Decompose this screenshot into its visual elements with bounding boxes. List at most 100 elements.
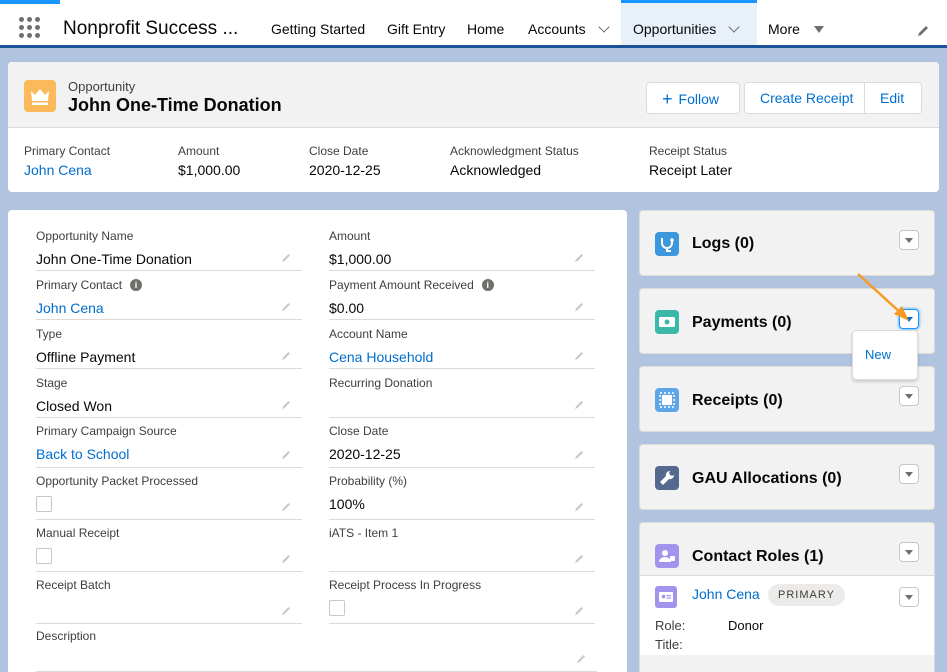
contact-name-link[interactable]: John Cena xyxy=(692,586,760,602)
field-label: Probability (%) xyxy=(329,474,408,488)
field-primary-campaign-source: Primary Campaign Source Back to School xyxy=(36,424,302,468)
pencil-icon[interactable] xyxy=(280,449,292,461)
related-logs-card: Logs (0) xyxy=(639,210,935,276)
campaign-source-link[interactable]: Back to School xyxy=(36,446,302,464)
info-icon[interactable]: i xyxy=(481,279,494,291)
gau-dropdown-button[interactable] xyxy=(899,464,919,484)
header-field-primary-contact: Primary Contact John Cena xyxy=(24,144,110,178)
primary-contact-link[interactable]: John Cena xyxy=(24,162,110,178)
pencil-icon[interactable] xyxy=(575,653,587,665)
pencil-icon[interactable] xyxy=(573,501,585,513)
field-account-name: Account Name Cena Household xyxy=(329,327,595,369)
field-label: Description xyxy=(36,629,97,643)
field-label: Receipt Process In Progress xyxy=(329,578,482,592)
packet-processed-checkbox[interactable] xyxy=(36,496,52,512)
field-label: Primary Contact xyxy=(24,144,111,158)
manual-receipt-checkbox[interactable] xyxy=(36,548,52,564)
contact-role-item: John Cena PRIMARY Role: Donor Title: xyxy=(640,575,934,655)
nav-accent xyxy=(0,0,60,4)
logs-dropdown-button[interactable] xyxy=(899,230,919,250)
field-label: iATS - Item 1 xyxy=(329,526,399,540)
edit-button[interactable]: Edit xyxy=(864,82,922,114)
pencil-icon[interactable] xyxy=(280,399,292,411)
field-value: Offline Payment xyxy=(36,349,136,365)
field-label: Payment Amount Received xyxy=(329,278,474,292)
field-value: $1,000.00 xyxy=(329,251,392,267)
field-value: 2020-12-25 xyxy=(309,162,381,178)
receipt-process-checkbox[interactable] xyxy=(329,600,345,616)
field-receipt-process-in-progress: Receipt Process In Progress xyxy=(329,578,595,624)
tab-more[interactable]: More xyxy=(756,0,836,45)
pencil-icon[interactable] xyxy=(280,501,292,513)
tab-label: Accounts xyxy=(528,21,586,37)
field-label-row: Primary Contact i xyxy=(36,278,302,294)
record-header-top: Opportunity John One-Time Donation + Foll… xyxy=(8,62,939,128)
related-gau-allocations-title[interactable]: GAU Allocations (0) xyxy=(692,470,842,488)
field-description: Description xyxy=(36,629,597,672)
receipts-dropdown-button[interactable] xyxy=(899,386,919,406)
primary-badge: PRIMARY xyxy=(768,584,845,606)
pencil-icon[interactable] xyxy=(573,449,585,461)
field-label: Opportunity Name xyxy=(36,229,134,243)
field-label: Amount xyxy=(329,229,371,243)
field-label: Amount xyxy=(178,144,220,158)
chevron-down-icon[interactable] xyxy=(597,21,610,33)
contact-row-dropdown-button[interactable] xyxy=(899,587,919,607)
primary-contact-value-link[interactable]: John Cena xyxy=(36,300,302,318)
tab-opportunities[interactable]: Opportunities xyxy=(621,0,757,45)
field-label: Primary Campaign Source xyxy=(36,424,177,438)
account-name-link[interactable]: Cena Household xyxy=(329,349,595,367)
tab-label: Gift Entry xyxy=(387,21,446,37)
tab-label: Getting Started xyxy=(271,21,366,37)
pencil-icon[interactable] xyxy=(573,301,585,313)
tab-label: Opportunities xyxy=(633,21,717,37)
pencil-icon[interactable] xyxy=(573,350,585,362)
field-label: Close Date xyxy=(329,424,389,438)
pencil-icon[interactable] xyxy=(280,301,292,313)
header-field-close-date: Close Date 2020-12-25 xyxy=(309,144,381,178)
related-contact-roles-title[interactable]: Contact Roles (1) xyxy=(692,548,824,566)
tab-gift-entry[interactable]: Gift Entry xyxy=(375,0,457,45)
field-receipt-batch: Receipt Batch xyxy=(36,578,302,624)
pencil-icon[interactable] xyxy=(280,605,292,617)
details-panel: Opportunity Name John One-Time Donation … xyxy=(8,210,627,672)
field-value: $1,000.00 xyxy=(178,162,241,178)
tab-accounts[interactable]: Accounts xyxy=(516,0,620,45)
field-value: $0.00 xyxy=(329,300,365,316)
chevron-down-icon[interactable] xyxy=(728,21,740,33)
pencil-icon[interactable] xyxy=(573,605,585,617)
field-close-date: Close Date 2020-12-25 xyxy=(329,424,595,468)
payment-icon xyxy=(655,310,679,334)
field-iats-item-1: iATS - Item 1 xyxy=(329,526,595,572)
field-value: 100% xyxy=(329,496,365,512)
opportunity-crown-icon xyxy=(24,80,56,112)
field-opportunity-packet-processed: Opportunity Packet Processed xyxy=(36,474,302,520)
app-launcher-icon[interactable] xyxy=(19,17,41,39)
pencil-icon[interactable] xyxy=(280,252,292,264)
field-value: John One-Time Donation xyxy=(36,251,192,267)
contact-roles-icon xyxy=(655,544,679,568)
pencil-icon[interactable] xyxy=(573,252,585,264)
field-label: Close Date xyxy=(309,144,369,158)
tab-home[interactable]: Home xyxy=(455,0,516,45)
follow-label: Follow xyxy=(678,91,719,107)
pencil-icon[interactable] xyxy=(573,399,585,411)
create-receipt-button[interactable]: Create Receipt xyxy=(744,82,865,114)
field-label: Manual Receipt xyxy=(36,526,120,540)
related-receipts-title[interactable]: Receipts (0) xyxy=(692,392,783,410)
follow-button[interactable]: + Follow xyxy=(646,82,740,114)
tab-getting-started[interactable]: Getting Started xyxy=(259,0,377,45)
contact-roles-dropdown-button[interactable] xyxy=(899,542,919,562)
stethoscope-icon xyxy=(655,232,679,256)
field-label: Primary Contact xyxy=(36,278,123,292)
pencil-icon[interactable] xyxy=(280,553,292,565)
related-payments-title[interactable]: Payments (0) xyxy=(692,314,792,332)
pencil-icon[interactable] xyxy=(573,553,585,565)
pencil-icon[interactable] xyxy=(280,350,292,362)
info-icon[interactable]: i xyxy=(130,279,143,291)
related-logs-title[interactable]: Logs (0) xyxy=(692,235,754,253)
record-object-label: Opportunity xyxy=(68,79,136,94)
field-type: Type Offline Payment xyxy=(36,327,302,369)
edit-nav-pencil-icon[interactable] xyxy=(916,24,930,38)
menu-item-new[interactable]: New xyxy=(865,347,891,362)
